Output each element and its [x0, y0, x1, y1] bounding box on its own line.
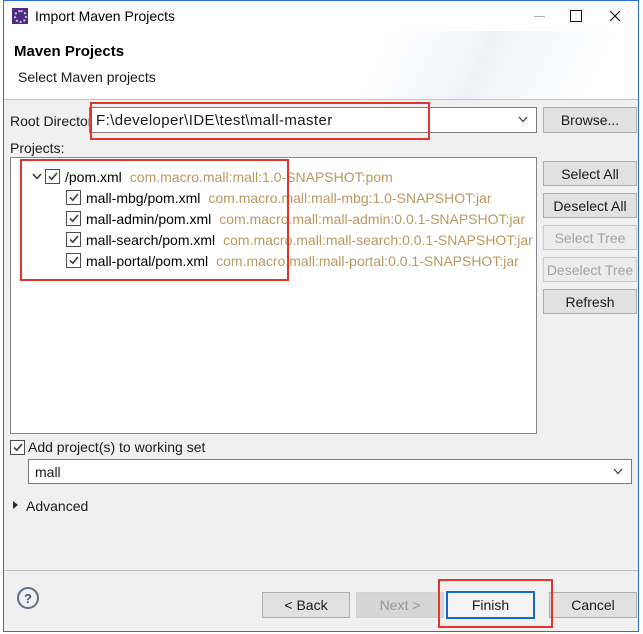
refresh-button[interactable]: Refresh — [543, 289, 637, 314]
select-tree-button: Select Tree — [543, 225, 637, 250]
project-name: mall-admin/pom.xml — [86, 211, 211, 227]
working-set-combo[interactable]: mall — [28, 459, 632, 484]
projects-label: Projects: — [10, 140, 64, 156]
checkmark-icon — [13, 443, 23, 452]
advanced-toggle[interactable]: Advanced — [26, 498, 88, 514]
project-checkbox[interactable] — [66, 190, 81, 205]
deselect-all-button[interactable]: Deselect All — [543, 193, 637, 218]
project-checkbox[interactable] — [45, 169, 60, 184]
checkmark-icon — [48, 172, 58, 181]
projects-tree[interactable]: /pom.xml com.macro.mall:mall:1.0-SNAPSHO… — [10, 157, 537, 434]
project-gav: com.macro.mall:mall-mbg:1.0-SNAPSHOT:jar — [208, 190, 491, 206]
root-directory-value: F:\developer\IDE\test\mall-master — [96, 112, 333, 129]
project-name: mall-search/pom.xml — [86, 232, 215, 248]
footer-divider — [4, 570, 638, 571]
next-button: Next > — [356, 592, 444, 618]
page-title: Maven Projects — [14, 43, 124, 60]
page-subtitle: Select Maven projects — [18, 69, 156, 85]
cancel-button[interactable]: Cancel — [549, 592, 637, 618]
help-button[interactable]: ? — [17, 587, 39, 609]
titlebar[interactable]: Import Maven Projects — [4, 1, 638, 31]
wizard-banner: Maven Projects Select Maven projects — [4, 31, 638, 100]
project-checkbox[interactable] — [66, 211, 81, 226]
tree-item-mall-portal[interactable]: mall-portal/pom.xml com.macro.mall:mall-… — [11, 250, 536, 271]
back-button[interactable]: < Back — [262, 592, 350, 618]
select-all-button[interactable]: Select All — [543, 161, 637, 186]
minimize-button[interactable] — [524, 1, 554, 31]
chevron-down-icon — [613, 468, 623, 475]
maven-import-icon — [12, 8, 28, 24]
project-checkbox[interactable] — [66, 232, 81, 247]
tree-item-mall-mbg[interactable]: mall-mbg/pom.xml com.macro.mall:mall-mbg… — [11, 187, 536, 208]
project-gav: com.macro.mall:mall-admin:0.0.1-SNAPSHOT… — [219, 211, 525, 227]
project-checkbox[interactable] — [66, 253, 81, 268]
chevron-expanded-icon[interactable] — [32, 173, 45, 180]
working-set-value: mall — [35, 464, 61, 480]
maximize-icon — [570, 10, 582, 22]
working-set-checkbox[interactable] — [10, 440, 25, 455]
tree-item-mall-search[interactable]: mall-search/pom.xml com.macro.mall:mall-… — [11, 229, 536, 250]
project-gav: com.macro.mall:mall-portal:0.0.1-SNAPSHO… — [216, 253, 519, 269]
finish-button[interactable]: Finish — [446, 591, 535, 619]
close-button[interactable] — [600, 1, 630, 31]
browse-button[interactable]: Browse... — [543, 107, 637, 133]
root-directory-combo[interactable]: F:\developer\IDE\test\mall-master — [89, 107, 537, 133]
project-name: mall-mbg/pom.xml — [86, 190, 200, 206]
close-icon — [609, 10, 621, 22]
project-gav: com.macro.mall:mall-search:0.0.1-SNAPSHO… — [223, 232, 533, 248]
import-maven-projects-dialog: Import Maven Projects Maven Projects Sel… — [3, 0, 639, 632]
window-title: Import Maven Projects — [35, 8, 175, 24]
deselect-tree-button: Deselect Tree — [543, 257, 637, 282]
advanced-collapsed-icon[interactable] — [13, 501, 18, 509]
maximize-button[interactable] — [561, 1, 591, 31]
checkmark-icon — [69, 214, 79, 223]
tree-item-mall-admin[interactable]: mall-admin/pom.xml com.macro.mall:mall-a… — [11, 208, 536, 229]
minimize-icon — [534, 16, 545, 17]
screenshot-stage: Import Maven Projects Maven Projects Sel… — [0, 0, 643, 634]
checkmark-icon — [69, 256, 79, 265]
project-name: /pom.xml — [65, 169, 122, 185]
checkmark-icon — [69, 193, 79, 202]
chevron-down-icon — [518, 116, 528, 123]
checkmark-icon — [69, 235, 79, 244]
working-set-label: Add project(s) to working set — [28, 439, 205, 455]
tree-item-root-pom[interactable]: /pom.xml com.macro.mall:mall:1.0-SNAPSHO… — [11, 166, 536, 187]
project-name: mall-portal/pom.xml — [86, 253, 208, 269]
project-gav: com.macro.mall:mall:1.0-SNAPSHOT:pom — [130, 169, 393, 185]
